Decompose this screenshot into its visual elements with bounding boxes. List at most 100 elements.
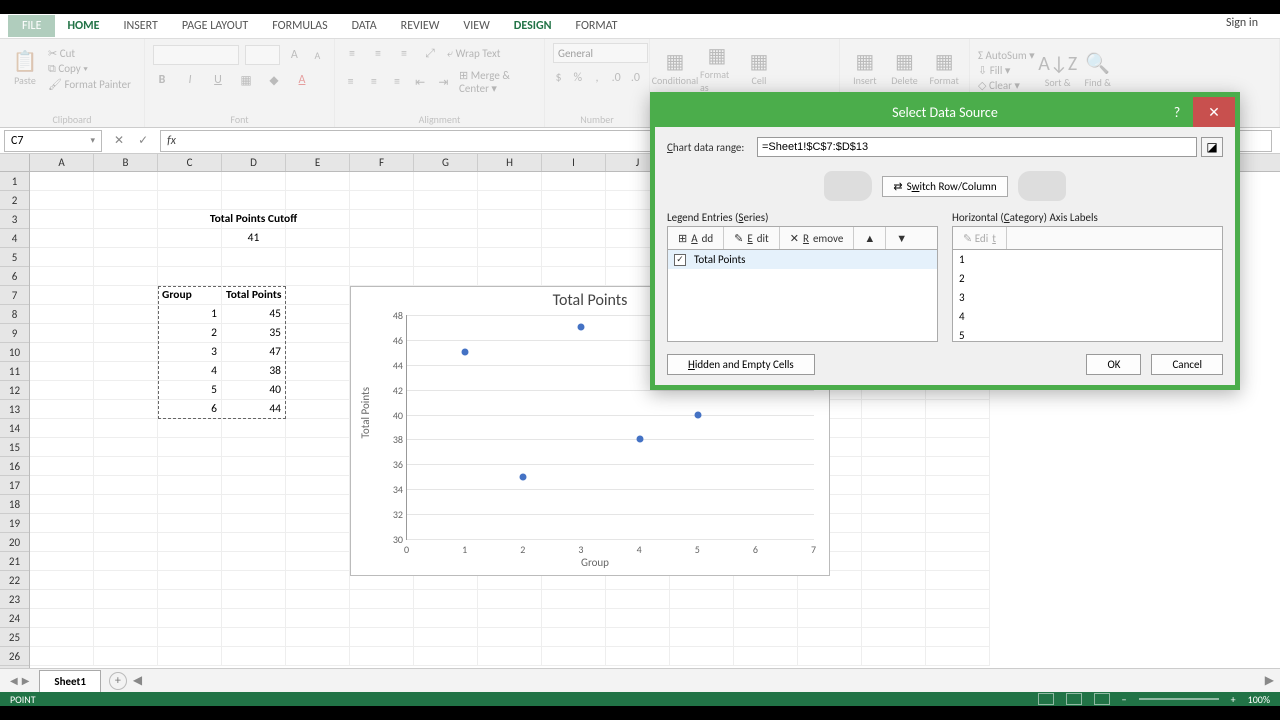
align-mid-icon[interactable]: ≡ xyxy=(369,45,387,63)
comma-icon[interactable]: , xyxy=(591,69,602,87)
view-normal-icon[interactable] xyxy=(1038,693,1054,705)
series-add-button[interactable]: ⊞ Add xyxy=(668,227,724,249)
cell[interactable] xyxy=(94,381,158,400)
cell[interactable] xyxy=(158,267,222,286)
cell[interactable] xyxy=(542,628,606,647)
cell[interactable] xyxy=(862,628,926,647)
cell[interactable] xyxy=(30,343,94,362)
cell[interactable] xyxy=(862,457,926,476)
row-header[interactable]: 5 xyxy=(0,248,29,267)
column-header[interactable]: E xyxy=(286,154,350,171)
cell[interactable] xyxy=(158,248,222,267)
cell[interactable] xyxy=(158,438,222,457)
cell[interactable] xyxy=(350,248,414,267)
cell[interactable] xyxy=(286,647,350,666)
hscroll-left-icon[interactable]: ◀ xyxy=(133,673,142,688)
cell[interactable] xyxy=(414,609,478,628)
tab-pagelayout[interactable]: PAGE LAYOUT xyxy=(170,14,260,38)
cell[interactable] xyxy=(286,248,350,267)
autosum-button[interactable]: Σ AutoSum ▾ xyxy=(978,49,1035,62)
copy-button[interactable]: ⧉ Copy ▾ xyxy=(48,62,131,76)
tab-format[interactable]: FORMAT xyxy=(564,14,630,38)
column-header[interactable]: C xyxy=(158,154,222,171)
cell[interactable] xyxy=(30,647,94,666)
cell[interactable] xyxy=(542,267,606,286)
cell[interactable] xyxy=(926,590,990,609)
bold-button[interactable]: B xyxy=(153,71,171,89)
row-header[interactable]: 1 xyxy=(0,172,29,191)
cell[interactable] xyxy=(222,647,286,666)
cell[interactable] xyxy=(222,590,286,609)
cell[interactable] xyxy=(862,438,926,457)
cell[interactable] xyxy=(94,324,158,343)
cell[interactable] xyxy=(350,590,414,609)
cell[interactable] xyxy=(158,609,222,628)
orientation-icon[interactable]: ⤢ xyxy=(421,45,439,63)
cell[interactable] xyxy=(670,628,734,647)
cell[interactable] xyxy=(222,533,286,552)
cell[interactable] xyxy=(94,229,158,248)
cell[interactable] xyxy=(222,191,286,210)
cell[interactable] xyxy=(30,552,94,571)
cell[interactable] xyxy=(414,248,478,267)
cell[interactable] xyxy=(926,438,990,457)
cell[interactable] xyxy=(862,571,926,590)
cell[interactable] xyxy=(286,229,350,248)
cell[interactable] xyxy=(30,381,94,400)
column-header[interactable]: B xyxy=(94,154,158,171)
dialog-titlebar[interactable]: Select Data Source ? ✕ xyxy=(655,97,1235,127)
cell[interactable] xyxy=(94,647,158,666)
conditional-format-button[interactable]: ▦Conditional xyxy=(658,43,692,93)
cell[interactable] xyxy=(478,229,542,248)
range-picker-button[interactable]: ◪ xyxy=(1201,137,1223,157)
sheet-nav-left-icon[interactable]: ◀ xyxy=(10,674,18,687)
cell[interactable] xyxy=(286,381,350,400)
cell[interactable] xyxy=(862,647,926,666)
fx-icon[interactable]: fx xyxy=(167,134,176,148)
data-point[interactable] xyxy=(694,411,701,418)
cell[interactable] xyxy=(30,267,94,286)
cell[interactable] xyxy=(286,343,350,362)
delete-cells-button[interactable]: ▦Delete xyxy=(888,43,922,93)
series-item[interactable]: ✓ Total Points xyxy=(668,250,937,269)
find-select-button[interactable]: 🔍Find & xyxy=(1081,45,1115,95)
cell[interactable] xyxy=(478,609,542,628)
cell[interactable] xyxy=(30,419,94,438)
row-header[interactable]: 3 xyxy=(0,210,29,229)
tab-data[interactable]: DATA xyxy=(340,14,389,38)
cell[interactable] xyxy=(478,267,542,286)
underline-button[interactable]: U xyxy=(209,71,227,89)
cell[interactable] xyxy=(30,191,94,210)
cell[interactable] xyxy=(862,514,926,533)
cell[interactable] xyxy=(158,457,222,476)
series-edit-button[interactable]: ✎ Edit xyxy=(724,227,780,249)
row-header[interactable]: 12 xyxy=(0,381,29,400)
cell[interactable] xyxy=(158,172,222,191)
cell[interactable] xyxy=(542,647,606,666)
cell[interactable] xyxy=(414,590,478,609)
row-header[interactable]: 11 xyxy=(0,362,29,381)
cell[interactable] xyxy=(734,609,798,628)
cell[interactable] xyxy=(798,628,862,647)
cell[interactable] xyxy=(158,590,222,609)
italic-button[interactable]: I xyxy=(181,71,199,89)
cell[interactable] xyxy=(862,552,926,571)
cell[interactable] xyxy=(158,419,222,438)
cell[interactable] xyxy=(926,495,990,514)
row-header[interactable]: 13 xyxy=(0,400,29,419)
sign-in-link[interactable]: Sign in xyxy=(1226,16,1258,30)
cell[interactable] xyxy=(222,267,286,286)
zoom-level[interactable]: 100% xyxy=(1248,693,1270,706)
paste-button[interactable]: 📋Paste xyxy=(8,43,42,93)
dec-decimal-icon[interactable]: .0 xyxy=(630,69,641,87)
inc-decimal-icon[interactable]: .0 xyxy=(611,69,622,87)
clear-button[interactable]: ◇ Clear ▾ xyxy=(978,79,1035,92)
data-point[interactable] xyxy=(462,349,469,356)
cell[interactable] xyxy=(222,457,286,476)
cell[interactable] xyxy=(30,438,94,457)
cell[interactable]: 41 xyxy=(222,229,286,248)
cell[interactable] xyxy=(222,495,286,514)
cell[interactable] xyxy=(286,609,350,628)
row-header[interactable]: 10 xyxy=(0,343,29,362)
cell[interactable] xyxy=(94,286,158,305)
